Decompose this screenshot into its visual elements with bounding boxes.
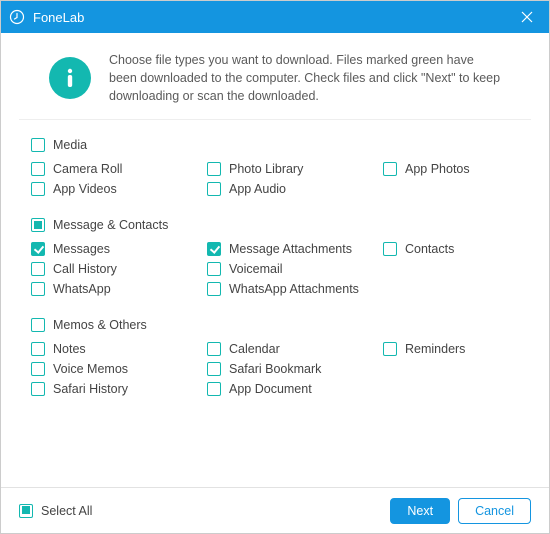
- item-reminders[interactable]: Reminders: [383, 342, 519, 356]
- checkbox-app-photos[interactable]: [383, 162, 397, 176]
- item-safari-history[interactable]: Safari History: [31, 382, 207, 396]
- checkbox-contacts[interactable]: [383, 242, 397, 256]
- item-photo-library[interactable]: Photo Library: [207, 162, 383, 176]
- app-title: FoneLab: [33, 10, 513, 25]
- item-whatsapp-attachments[interactable]: WhatsApp Attachments: [207, 282, 383, 296]
- item-notes[interactable]: Notes: [31, 342, 207, 356]
- label-messages: Messages: [53, 242, 110, 256]
- footer: Select All Next Cancel: [1, 487, 549, 533]
- section-title-message-contacts: Message & Contacts: [53, 218, 168, 232]
- item-call-history[interactable]: Call History: [31, 262, 207, 276]
- checkbox-message-attachments[interactable]: [207, 242, 221, 256]
- label-voicemail: Voicemail: [229, 262, 283, 276]
- select-all[interactable]: Select All: [19, 504, 382, 518]
- item-messages[interactable]: Messages: [31, 242, 207, 256]
- label-select-all: Select All: [41, 504, 92, 518]
- label-calendar: Calendar: [229, 342, 280, 356]
- close-button[interactable]: [513, 3, 541, 31]
- checkbox-app-document[interactable]: [207, 382, 221, 396]
- label-safari-history: Safari History: [53, 382, 128, 396]
- item-app-document[interactable]: App Document: [207, 382, 383, 396]
- label-voice-memos: Voice Memos: [53, 362, 128, 376]
- info-icon: [49, 57, 91, 99]
- checkbox-safari-history[interactable]: [31, 382, 45, 396]
- label-reminders: Reminders: [405, 342, 465, 356]
- checkbox-app-audio[interactable]: [207, 182, 221, 196]
- item-app-videos[interactable]: App Videos: [31, 182, 207, 196]
- item-message-attachments[interactable]: Message Attachments: [207, 242, 383, 256]
- checkbox-whatsapp-attachments[interactable]: [207, 282, 221, 296]
- item-whatsapp[interactable]: WhatsApp: [31, 282, 207, 296]
- app-logo-icon: [9, 9, 25, 25]
- info-text: Choose file types you want to download. …: [109, 51, 501, 105]
- label-message-attachments: Message Attachments: [229, 242, 352, 256]
- section-title-memos-others: Memos & Others: [53, 318, 147, 332]
- item-camera-roll[interactable]: Camera Roll: [31, 162, 207, 176]
- item-voice-memos[interactable]: Voice Memos: [31, 362, 207, 376]
- section-header-message-contacts[interactable]: Message & Contacts: [31, 218, 519, 232]
- label-notes: Notes: [53, 342, 86, 356]
- titlebar: FoneLab: [1, 1, 549, 33]
- checkbox-calendar[interactable]: [207, 342, 221, 356]
- checkbox-message-contacts[interactable]: [31, 218, 45, 232]
- label-photo-library: Photo Library: [229, 162, 303, 176]
- label-app-document: App Document: [229, 382, 312, 396]
- checkbox-notes[interactable]: [31, 342, 45, 356]
- window: FoneLab Choose file types you want to do…: [0, 0, 550, 534]
- label-contacts: Contacts: [405, 242, 454, 256]
- checkbox-safari-bookmark[interactable]: [207, 362, 221, 376]
- item-app-photos[interactable]: App Photos: [383, 162, 519, 176]
- next-button[interactable]: Next: [390, 498, 450, 524]
- item-voicemail[interactable]: Voicemail: [207, 262, 383, 276]
- item-safari-bookmark[interactable]: Safari Bookmark: [207, 362, 383, 376]
- label-whatsapp-attachments: WhatsApp Attachments: [229, 282, 359, 296]
- checkbox-voice-memos[interactable]: [31, 362, 45, 376]
- checkbox-call-history[interactable]: [31, 262, 45, 276]
- section-memos-others: Memos & Others Notes Calendar Reminders …: [31, 318, 519, 396]
- label-camera-roll: Camera Roll: [53, 162, 122, 176]
- checkbox-memos-others[interactable]: [31, 318, 45, 332]
- label-app-photos: App Photos: [405, 162, 470, 176]
- checkbox-select-all[interactable]: [19, 504, 33, 518]
- checkbox-photo-library[interactable]: [207, 162, 221, 176]
- section-message-contacts: Message & Contacts Messages Message Atta…: [31, 218, 519, 296]
- checkbox-messages[interactable]: [31, 242, 45, 256]
- checkbox-camera-roll[interactable]: [31, 162, 45, 176]
- header: Choose file types you want to download. …: [19, 33, 531, 120]
- section-title-media: Media: [53, 138, 87, 152]
- label-call-history: Call History: [53, 262, 117, 276]
- label-safari-bookmark: Safari Bookmark: [229, 362, 321, 376]
- checkbox-app-videos[interactable]: [31, 182, 45, 196]
- label-whatsapp: WhatsApp: [53, 282, 111, 296]
- item-contacts[interactable]: Contacts: [383, 242, 519, 256]
- cancel-button[interactable]: Cancel: [458, 498, 531, 524]
- checkbox-reminders[interactable]: [383, 342, 397, 356]
- item-calendar[interactable]: Calendar: [207, 342, 383, 356]
- section-media: Media Camera Roll Photo Library App Phot…: [31, 138, 519, 196]
- label-app-audio: App Audio: [229, 182, 286, 196]
- checkbox-voicemail[interactable]: [207, 262, 221, 276]
- section-header-memos-others[interactable]: Memos & Others: [31, 318, 519, 332]
- close-icon: [520, 10, 534, 24]
- section-header-media[interactable]: Media: [31, 138, 519, 152]
- checkbox-media[interactable]: [31, 138, 45, 152]
- content: Media Camera Roll Photo Library App Phot…: [1, 120, 549, 487]
- label-app-videos: App Videos: [53, 182, 117, 196]
- item-app-audio[interactable]: App Audio: [207, 182, 383, 196]
- checkbox-whatsapp[interactable]: [31, 282, 45, 296]
